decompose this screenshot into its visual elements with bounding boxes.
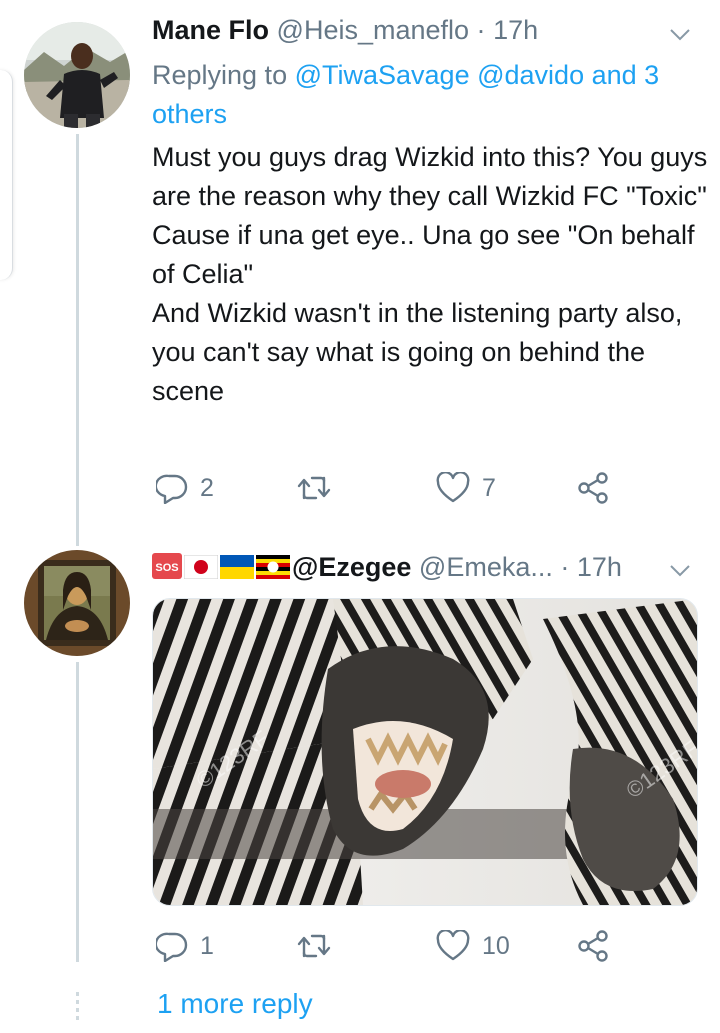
avatar-man-photo-icon: [24, 22, 130, 128]
tweet-actions: 1 10: [152, 926, 632, 966]
share-button[interactable]: [576, 926, 610, 966]
author-name[interactable]: Mane Flo: [152, 15, 269, 45]
heart-icon: [436, 472, 470, 503]
like-button[interactable]: 7: [436, 468, 496, 508]
thread-line-2: [76, 662, 79, 962]
sos-text: SOS: [155, 562, 178, 574]
reply-and[interactable]: and: [584, 60, 637, 90]
like-count: 10: [482, 931, 510, 960]
avatar[interactable]: [24, 22, 130, 128]
avatar[interactable]: [24, 550, 130, 656]
more-replies-link[interactable]: 1 more reply: [157, 988, 313, 1020]
separator-dot: ·: [476, 15, 486, 45]
chevron-down-icon[interactable]: [668, 558, 692, 582]
tweet-header: SOS @Ezegee @Emeka... · 17h: [152, 552, 622, 586]
reply-user-link[interactable]: @davido: [477, 60, 584, 90]
reply-icon: [156, 474, 188, 504]
tweet-actions: 2 7: [152, 468, 632, 508]
author-handle[interactable]: @Heis_maneflo: [277, 15, 470, 45]
tweet-text-line: Cause if una get eye.. Una go see "On be…: [152, 220, 695, 289]
tweet-text-line: And Wizkid wasn't in the listening party…: [152, 298, 683, 406]
like-count: 7: [482, 473, 496, 502]
retweet-button[interactable]: [296, 926, 344, 966]
author-handle[interactable]: @Emeka...: [419, 552, 553, 582]
tweet-time[interactable]: 17h: [577, 552, 622, 582]
share-icon: [578, 930, 608, 962]
thread-line-1: [76, 134, 79, 546]
ukraine-flag-icon: [220, 555, 254, 586]
reply-count: 1: [200, 931, 214, 960]
tweet-text: Must you guys drag Wizkid into this? You…: [152, 138, 712, 411]
retweet-icon: [297, 476, 331, 500]
replying-prefix: Replying to: [152, 60, 295, 90]
heart-icon: [436, 930, 470, 961]
sos-badge-icon: SOS: [152, 553, 182, 586]
share-icon: [578, 472, 608, 504]
tweet-header: Mane Flo @Heis_maneflo · 17h: [152, 15, 538, 46]
separator-dot: ·: [560, 552, 570, 582]
reply-icon: [156, 932, 188, 962]
tweet-text-line: Must you guys drag Wizkid into this? You…: [152, 142, 708, 211]
tweet-media-image[interactable]: ©123RF ©123RF: [152, 598, 698, 906]
japan-flag-icon: [183, 554, 219, 586]
retweet-icon: [297, 934, 331, 958]
reply-button[interactable]: 1: [156, 926, 214, 966]
share-button[interactable]: [576, 468, 610, 508]
reply-user-link[interactable]: @TiwaSavage: [295, 60, 470, 90]
like-button[interactable]: 10: [436, 926, 510, 966]
chevron-down-icon[interactable]: [668, 22, 692, 46]
zebra-photo-icon: ©123RF ©123RF: [153, 599, 697, 905]
thread-more-dots: [76, 992, 79, 1020]
uganda-flag-icon: [256, 555, 290, 586]
author-name[interactable]: @Ezegee: [292, 552, 411, 582]
avatar-mona-lisa-icon: [24, 550, 130, 656]
reply-button[interactable]: 2: [156, 468, 214, 508]
tweet-time[interactable]: 17h: [493, 15, 538, 45]
left-edge-card: [0, 70, 13, 280]
reply-count: 2: [200, 473, 214, 502]
replying-to: Replying to @TiwaSavage @davido and 3 ot…: [152, 56, 692, 134]
retweet-button[interactable]: [296, 468, 344, 508]
